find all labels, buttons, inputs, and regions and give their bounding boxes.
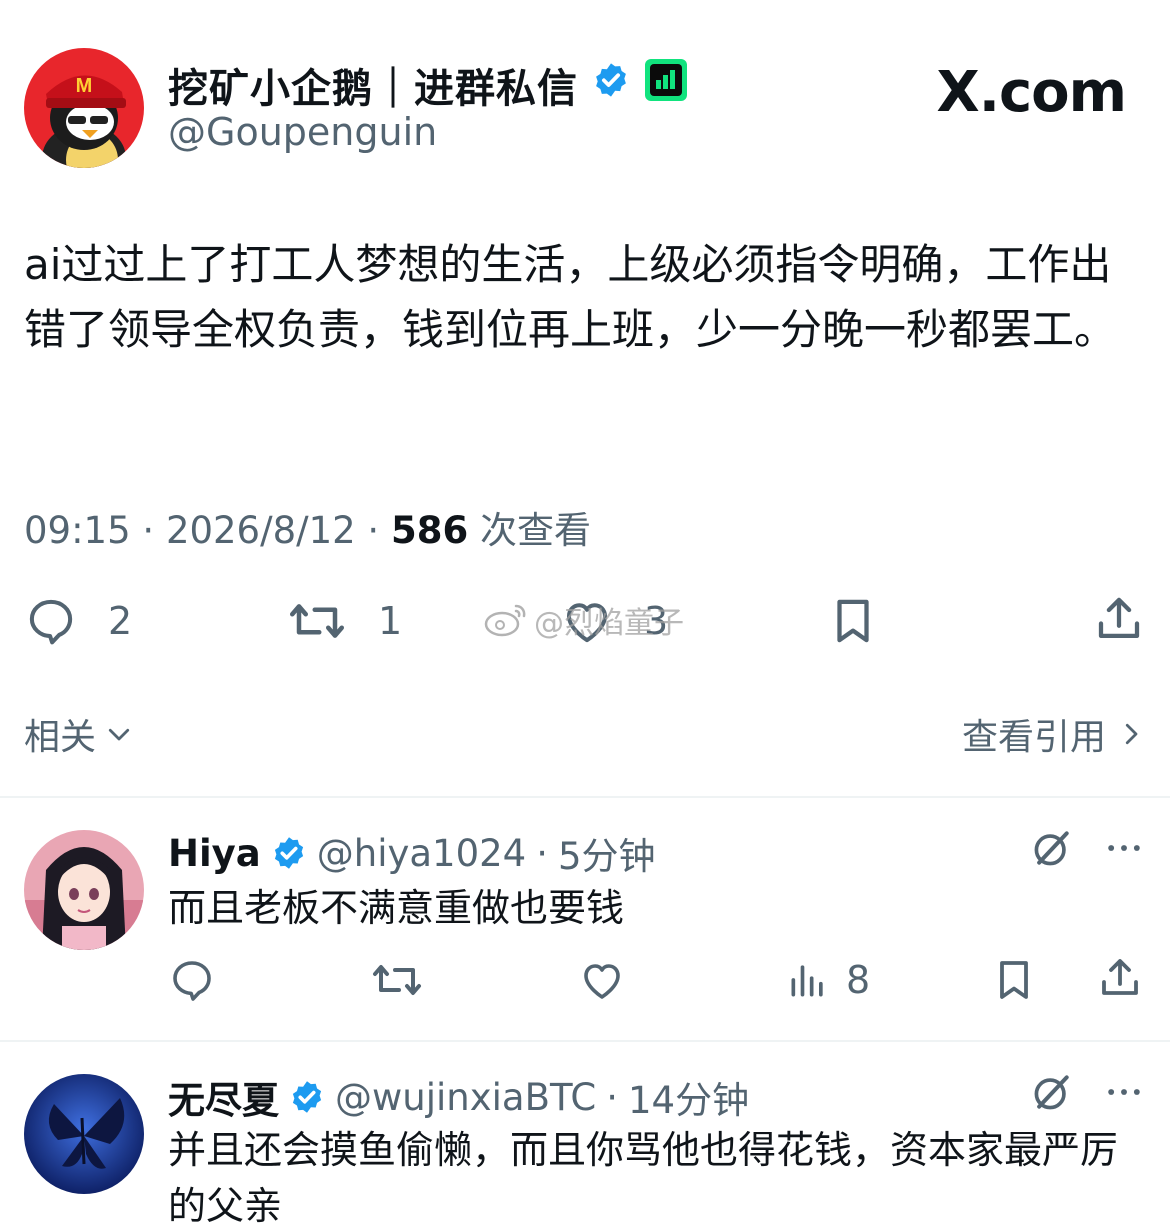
views-chart-icon xyxy=(791,965,823,997)
chevron-right-icon xyxy=(1125,723,1138,745)
grok-icon xyxy=(1034,1075,1069,1110)
tweet-time[interactable]: 09:15 xyxy=(24,509,131,552)
more-options-button[interactable] xyxy=(1102,1070,1146,1118)
chevron-down-icon xyxy=(108,728,130,741)
reply-button[interactable]: 2 xyxy=(24,594,132,648)
section-divider xyxy=(0,796,1170,798)
reply-text: 并且还会摸鱼偷懒，而且你骂他也得花钱，资本家最严厉的父亲 xyxy=(168,1128,1119,1228)
retweet-button[interactable]: 1 xyxy=(286,594,402,648)
more-icon xyxy=(1108,845,1140,851)
watermark: @烈焰童子 xyxy=(484,598,684,642)
separator-dot: · xyxy=(536,831,548,875)
reply-author-name[interactable]: Hiya xyxy=(168,832,261,875)
bookmark-button[interactable] xyxy=(826,594,880,652)
reply-reply-button[interactable] xyxy=(168,956,216,1008)
grok-button[interactable] xyxy=(1030,826,1074,874)
reply-count: 2 xyxy=(108,599,133,643)
reply-like-button[interactable] xyxy=(578,956,626,1008)
share-icon xyxy=(1102,959,1138,995)
author-handle[interactable]: @Goupenguin xyxy=(168,110,437,154)
reply-author-handle[interactable]: @wujinxiaBTC xyxy=(335,1076,596,1119)
retweet-icon xyxy=(373,965,421,995)
share-button[interactable] xyxy=(1092,592,1146,650)
affiliate-badge-icon xyxy=(644,58,688,112)
reply-divider xyxy=(0,1040,1170,1042)
related-toggle[interactable]: 相关 xyxy=(24,708,134,760)
more-options-button[interactable] xyxy=(1102,826,1146,874)
verified-badge-icon xyxy=(592,61,630,109)
reply-avatar[interactable] xyxy=(24,1074,144,1194)
related-label: 相关 xyxy=(24,717,97,758)
heart-icon xyxy=(584,964,620,999)
reply-author-handle[interactable]: @hiya1024 xyxy=(317,832,526,875)
author-display-name[interactable]: 挖矿小企鹅｜进群私信 xyxy=(168,56,688,114)
reply-avatar[interactable] xyxy=(24,830,144,950)
x-com-logo: X.com xyxy=(936,60,1127,125)
verified-badge-icon xyxy=(274,837,303,869)
reply-author-name[interactable]: 无尽夏 xyxy=(168,1070,279,1124)
reply-bookmark-button[interactable] xyxy=(990,956,1038,1008)
tweet-date[interactable]: 2026/8/12 xyxy=(166,509,356,552)
tweet-views-label: 次查看 xyxy=(479,509,591,552)
watermark-text: @烈焰童子 xyxy=(534,606,684,641)
grok-icon xyxy=(1034,831,1069,866)
weibo-logo-icon xyxy=(484,604,526,637)
share-icon xyxy=(1098,597,1140,639)
separator-dot: · xyxy=(606,1075,618,1119)
svg-text:M: M xyxy=(76,75,93,97)
bookmark-icon xyxy=(1000,961,1028,999)
reply-icon xyxy=(173,961,211,1001)
tweet-metadata: 09:15 · 2026/8/12 · 586 次查看 xyxy=(24,509,591,552)
bookmark-icon xyxy=(837,599,869,643)
reply-retweet-button[interactable] xyxy=(370,956,424,1008)
retweet-count: 1 xyxy=(378,599,403,643)
reply-header: 无尽夏 @wujinxiaBTC · 14分钟 xyxy=(168,1070,749,1124)
reply-views-button[interactable]: 8 xyxy=(786,958,870,1002)
reply-share-button[interactable] xyxy=(1096,954,1144,1006)
author-name-text: 挖矿小企鹅｜进群私信 xyxy=(168,66,578,112)
reply-header: Hiya @hiya1024 · 5分钟 xyxy=(168,826,656,880)
retweet-icon xyxy=(290,604,344,638)
tweet-text: ai过过上了打工人梦想的生活，上级必须指令明确，工作出错了领导全权负责，钱到位再… xyxy=(24,240,1117,354)
more-icon xyxy=(1108,1089,1140,1095)
view-quotes-link[interactable]: 查看引用 xyxy=(962,708,1146,760)
reply-icon xyxy=(29,599,73,645)
tweet-views-count: 586 xyxy=(390,509,469,552)
grok-button[interactable] xyxy=(1030,1070,1074,1118)
view-quotes-label: 查看引用 xyxy=(961,717,1106,758)
verified-badge-icon xyxy=(292,1081,322,1113)
reply-time[interactable]: 14分钟 xyxy=(628,1070,749,1124)
reply-time[interactable]: 5分钟 xyxy=(558,826,656,880)
reply-text: 而且老板不满意重做也要钱 xyxy=(168,886,625,930)
reply-views-count: 8 xyxy=(846,958,871,1002)
author-avatar[interactable]: M xyxy=(24,48,144,168)
